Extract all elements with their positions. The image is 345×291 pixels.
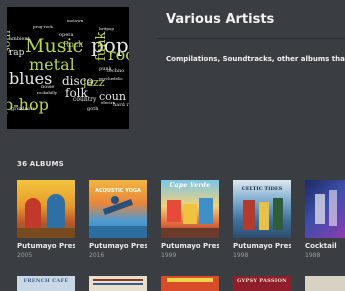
- artwork-word: opera: [59, 32, 74, 38]
- album-title[interactable]: Putumayo Prese...: [89, 242, 147, 250]
- album-card[interactable]: Putumayo Prese... 2005: [17, 180, 75, 259]
- album-year: 1988: [305, 252, 321, 259]
- artwork-word: rap: [9, 48, 25, 58]
- album-title[interactable]: Putumayo Prese...: [161, 242, 219, 250]
- album-cover[interactable]: CELTIC TIDES: [233, 180, 291, 238]
- artwork-word: ambient: [9, 36, 30, 42]
- album-cover-text: CELTIC TIDES: [241, 186, 283, 192]
- artist-artwork: Music pop metal blues soul disco folk p-hop jazz…: [7, 7, 129, 129]
- artwork-word: goth: [87, 106, 99, 112]
- artwork-word: prog-rock: [33, 24, 53, 29]
- album-cover-text: ACOUSTIC YOGA: [95, 188, 141, 194]
- album-title[interactable]: Cocktail: [305, 242, 345, 250]
- album-cover-text: Cape Verde: [169, 182, 211, 189]
- album-title[interactable]: Putumayo Prese...: [233, 242, 291, 250]
- artwork-word: techno: [107, 68, 125, 74]
- album-cover[interactable]: GYPSY PASSION: [233, 276, 291, 291]
- album-cover-text: GYPSY PASSION: [236, 278, 288, 284]
- artwork-word: Rock: [63, 40, 84, 49]
- album-cover[interactable]: [161, 276, 219, 291]
- artwork-word: motown: [67, 18, 84, 23]
- album-cover[interactable]: FRENCH CAFÉ: [17, 276, 75, 291]
- artwork-word: hard ro: [113, 102, 129, 108]
- artwork-word: rock: [108, 45, 129, 64]
- artwork-word: grindcore: [11, 106, 36, 112]
- header-divider: [157, 38, 345, 39]
- album-title[interactable]: Putumayo Prese...: [17, 242, 75, 250]
- album-cover[interactable]: [17, 180, 75, 238]
- artwork-word: britpop: [99, 26, 114, 31]
- album-cover[interactable]: [305, 180, 345, 238]
- album-card[interactable]: ACOUSTIC YOGA Putumayo Prese... 2016: [89, 180, 147, 259]
- album-card[interactable]: Cocktail 1988: [305, 180, 345, 259]
- album-year: 2016: [89, 252, 105, 259]
- album-year: 1999: [161, 252, 177, 259]
- albums-count-heading: 36 ALBUMS: [17, 160, 64, 168]
- artist-description: Compilations, Soundtracks, other albums …: [166, 55, 345, 63]
- album-cover[interactable]: Cape Verde: [161, 180, 219, 238]
- album-cover[interactable]: [89, 276, 147, 291]
- artwork-word: electro: [101, 100, 116, 105]
- album-cover[interactable]: ACOUSTIC YOGA: [89, 180, 147, 238]
- artwork-word: noise: [41, 84, 55, 90]
- artwork-word: country: [73, 96, 97, 103]
- artist-name: Various Artists: [166, 12, 275, 27]
- artist-page: Music pop metal blues soul disco folk p-hop jazz…: [0, 0, 345, 291]
- album-cover[interactable]: [305, 276, 345, 291]
- album-card[interactable]: CELTIC TIDES Putumayo Prese... 1998: [233, 180, 291, 259]
- artwork-word: psychedelic: [99, 76, 123, 81]
- album-card[interactable]: Cape Verde Putumayo Prese... 1999: [161, 180, 219, 259]
- artwork-word: rockabilly: [37, 90, 58, 95]
- album-cover-text: FRENCH CAFÉ: [23, 278, 69, 284]
- album-year: 1998: [233, 252, 249, 259]
- album-year: 2005: [17, 252, 33, 259]
- artwork-word: funk: [94, 31, 109, 61]
